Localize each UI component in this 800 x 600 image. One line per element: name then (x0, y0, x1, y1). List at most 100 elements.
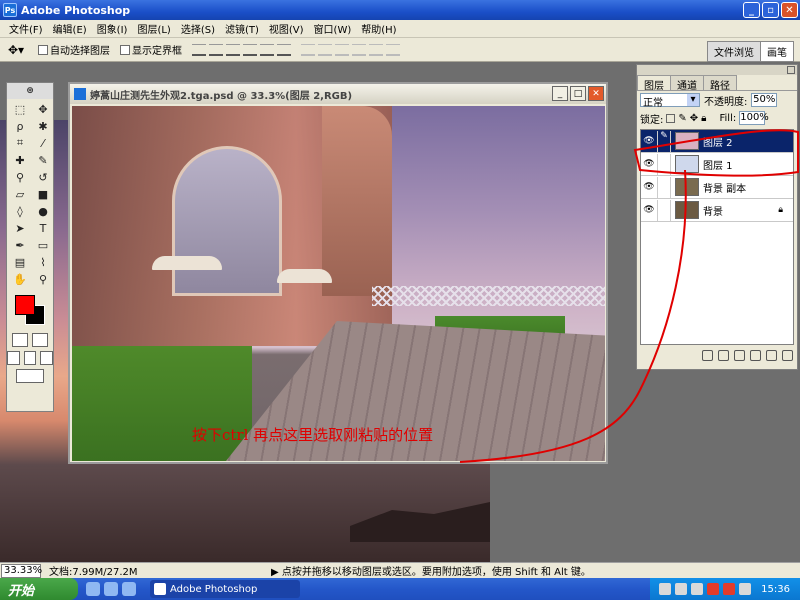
screen-mode-standard-icon[interactable] (7, 351, 20, 365)
menu-window[interactable]: 窗口(W) (309, 21, 357, 36)
visibility-eye-icon[interactable]: 👁︎ (641, 159, 657, 169)
delete-layer-icon[interactable] (782, 350, 793, 361)
lasso-tool-icon[interactable]: ρ (9, 118, 31, 134)
menu-file[interactable]: 文件(F) (4, 21, 48, 36)
layer-link-icon[interactable] (657, 153, 671, 175)
gradient-tool-icon[interactable]: ■ (32, 186, 54, 202)
menu-layer[interactable]: 图层(L) (132, 21, 175, 36)
move-tool-icon[interactable]: ✥▾ (8, 43, 38, 57)
palette-header[interactable] (637, 65, 797, 75)
lock-pixels-icon[interactable]: ✎ (678, 113, 686, 124)
blur-tool-icon[interactable]: ◊ (9, 203, 31, 219)
doc-minimize-button[interactable]: _ (552, 86, 568, 101)
desktop-icon[interactable] (86, 582, 100, 596)
tab-paths[interactable]: 路径 (703, 75, 737, 92)
minimize-button[interactable]: _ (743, 2, 760, 18)
menu-view[interactable]: 视图(V) (264, 21, 309, 36)
ie-icon[interactable] (104, 582, 118, 596)
screen-mode-full-icon[interactable] (40, 351, 54, 365)
opacity-input[interactable]: 50% (751, 93, 778, 107)
start-button[interactable]: 开始 (0, 578, 78, 600)
dodge-tool-icon[interactable]: ● (32, 203, 54, 219)
path-select-tool-icon[interactable]: ➤ (9, 220, 31, 236)
layer-link-icon[interactable] (657, 199, 671, 221)
history-brush-tool-icon[interactable]: ↺ (32, 169, 54, 185)
menu-select[interactable]: 选择(S) (176, 21, 220, 36)
layer-row[interactable]: 👁︎ ✎ 图层 2 (641, 130, 793, 153)
adjustment-layer-icon[interactable] (750, 350, 761, 361)
palette-close-icon[interactable] (787, 66, 795, 74)
layer-row[interactable]: 👁︎ 背景 副本 (641, 176, 793, 199)
slice-tool-icon[interactable]: ⁄ (32, 135, 54, 151)
healing-brush-tool-icon[interactable]: ✚ (9, 152, 31, 168)
media-icon[interactable] (122, 582, 136, 596)
screen-mode-full-menu-icon[interactable] (23, 351, 37, 365)
align-top-icon[interactable] (192, 43, 206, 56)
document-size[interactable]: 文档:7.99M/27.2M (41, 563, 221, 578)
zoom-level-input[interactable]: 33.33% (1, 563, 42, 578)
tray-help-icon[interactable] (675, 583, 688, 595)
align-bottom-icon[interactable] (226, 43, 240, 56)
layer-style-icon[interactable] (702, 350, 713, 361)
lock-all-icon[interactable]: 🔒︎ (701, 113, 706, 124)
show-bounds-box[interactable] (120, 44, 130, 55)
standard-mode-icon[interactable] (12, 333, 28, 347)
stamp-tool-icon[interactable]: ⚲ (9, 169, 31, 185)
foreground-color-swatch[interactable] (15, 295, 35, 315)
new-layer-icon[interactable] (766, 350, 777, 361)
show-bounds-checkbox[interactable]: 显示定界框 (120, 42, 182, 57)
tray-antivirus-icon[interactable] (707, 583, 720, 595)
tray-input-icon[interactable] (739, 583, 752, 595)
tab-file-browser[interactable]: 文件浏览 (708, 42, 761, 61)
hand-tool-icon[interactable]: ✋ (9, 271, 31, 287)
menu-edit[interactable]: 编辑(E) (48, 21, 92, 36)
distribute-left-icon[interactable] (352, 43, 366, 56)
shape-tool-icon[interactable]: ▭ (32, 237, 54, 253)
tray-k-icon[interactable] (723, 583, 736, 595)
move-tool-icon[interactable]: ✥ (32, 101, 54, 117)
align-vcenter-icon[interactable] (209, 43, 223, 56)
brush-tool-icon[interactable]: ✎ (32, 152, 54, 168)
menu-image[interactable]: 图象(I) (92, 21, 133, 36)
document-canvas[interactable]: 按下ctrl 再点这里选取刚粘贴的位置 (72, 106, 605, 461)
visibility-eye-icon[interactable]: 👁︎ (641, 136, 657, 146)
marquee-tool-icon[interactable]: ⬚ (9, 101, 31, 117)
eraser-tool-icon[interactable]: ▱ (9, 186, 31, 202)
doc-close-button[interactable]: ✕ (588, 86, 604, 101)
fill-input[interactable]: 100% (739, 111, 769, 125)
tab-channels[interactable]: 通道 (670, 75, 704, 92)
tray-sound-icon[interactable] (691, 583, 704, 595)
lock-position-icon[interactable]: ✥ (690, 113, 698, 124)
align-right-icon[interactable] (277, 43, 291, 56)
pen-tool-icon[interactable]: ✒ (9, 237, 31, 253)
tray-network-icon[interactable] (659, 583, 672, 595)
distribute-bottom-icon[interactable] (335, 43, 349, 56)
quick-mask-mode-icon[interactable] (32, 333, 48, 347)
menu-help[interactable]: 帮助(H) (356, 21, 401, 36)
menu-filter[interactable]: 滤镜(T) (220, 21, 264, 36)
distribute-vcenter-icon[interactable] (318, 43, 332, 56)
magic-wand-tool-icon[interactable]: ✱ (32, 118, 54, 134)
layer-link-icon[interactable] (657, 176, 671, 198)
restore-button[interactable]: ▫ (762, 2, 779, 18)
notes-tool-icon[interactable]: ▤ (9, 254, 31, 270)
taskbar-item-photoshop[interactable]: Adobe Photoshop (150, 580, 300, 598)
crop-tool-icon[interactable]: ⌗ (9, 135, 31, 151)
doc-maximize-button[interactable]: □ (570, 86, 586, 101)
tab-brushes[interactable]: 画笔 (761, 42, 793, 61)
visibility-eye-icon[interactable]: 👁︎ (641, 205, 657, 215)
new-set-icon[interactable] (734, 350, 745, 361)
imageready-icon[interactable] (16, 369, 44, 383)
close-button[interactable]: ✕ (781, 2, 798, 18)
blend-mode-select[interactable]: 正常 (640, 93, 700, 109)
auto-select-checkbox[interactable]: 自动选择图层 (38, 42, 110, 57)
document-title-bar[interactable]: 婷蒿山庄测先生外观2.tga.psd @ 33.3%(图层 2,RGB) _ □… (70, 84, 606, 104)
type-tool-icon[interactable]: T (32, 220, 54, 236)
align-hcenter-icon[interactable] (260, 43, 274, 56)
layer-mask-icon[interactable] (718, 350, 729, 361)
layer-row[interactable]: 👁︎ 图层 1 (641, 153, 793, 176)
distribute-hcenter-icon[interactable] (369, 43, 383, 56)
auto-select-box[interactable] (38, 44, 48, 55)
align-left-icon[interactable] (243, 43, 257, 56)
visibility-eye-icon[interactable]: 👁︎ (641, 182, 657, 192)
